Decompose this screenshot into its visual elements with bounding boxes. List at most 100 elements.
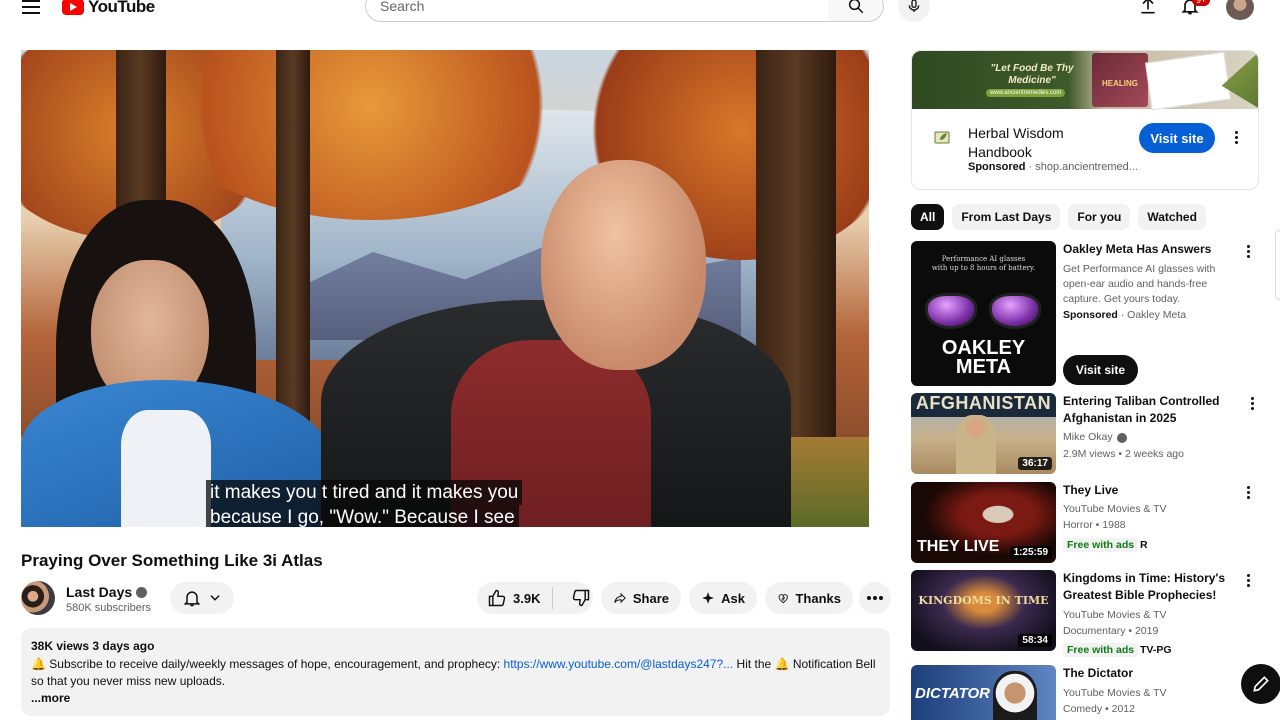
ad-sponsored-line: Sponsored · shop.ancientremed... [968, 161, 1138, 173]
recommendation-thumbnail[interactable]: DICTATOR [911, 665, 1056, 720]
ad-more-options-icon[interactable] [1233, 131, 1239, 144]
sponsored-ad-card[interactable]: "Let Food Be Thy Medicine" www.ancientre… [911, 50, 1259, 190]
video-frame-person-left-shirt [121, 410, 211, 527]
video-title: Praying Over Something Like 3i Atlas [21, 551, 323, 570]
thumbnail-glasses-lens [925, 293, 977, 329]
like-button[interactable]: 3.9K [477, 587, 554, 609]
thumbnail-brand: OAKLEY META [911, 338, 1056, 378]
free-with-ads-badge: Free with ads [1063, 643, 1139, 657]
chip-all[interactable]: All [911, 204, 945, 230]
thumbnail-caption-line: Performance AI glasses [941, 255, 1026, 263]
search-button[interactable] [828, 0, 884, 22]
ad-domain: · shop.ancientremed... [1028, 161, 1138, 173]
search-input[interactable]: Search [365, 0, 829, 22]
thanks-button[interactable]: Thanks [765, 582, 853, 614]
channel-name[interactable]: YouTube Movies & TV [1063, 502, 1167, 517]
recommendation-title[interactable]: Kingdoms in Time: History's Greatest Bib… [1063, 570, 1233, 604]
ad-banner-image[interactable]: "Let Food Be Thy Medicine" www.ancientre… [912, 51, 1258, 111]
video-duration: 1:25:59 [1009, 546, 1052, 559]
thumbnail-person [993, 671, 1037, 720]
channel-name[interactable]: Last Days [66, 584, 132, 600]
thumbs-up-icon [488, 589, 506, 607]
upload-icon[interactable] [1138, 0, 1158, 16]
recommendation-item[interactable]: AFGHANISTAN 36:17 Entering Taliban Contr… [911, 393, 1259, 474]
ad-visit-site-button[interactable]: Visit site [1139, 123, 1215, 153]
channel-name[interactable]: YouTube Movies & TV [1063, 686, 1167, 701]
recommendation-title[interactable]: Entering Taliban Controlled Afghanistan … [1063, 393, 1233, 427]
hamburger-menu-icon[interactable] [22, 0, 40, 14]
youtube-logo[interactable]: YouTube [62, 0, 155, 17]
sidebar-scroll-indicator[interactable] [1275, 230, 1280, 300]
ad-title[interactable]: Herbal Wisdom Handbook [968, 124, 1128, 162]
dislike-button[interactable] [559, 588, 603, 608]
content-rating: TV-PG [1140, 644, 1172, 656]
channel-name: Mike Okay [1063, 431, 1113, 443]
thumbnail-banner: AFGHANISTAN [911, 393, 1056, 417]
sponsored-label: Sponsored [1063, 309, 1118, 321]
advertiser-name: · Oakley Meta [1120, 309, 1187, 321]
account-avatar[interactable] [1226, 0, 1254, 20]
recommendation-thumbnail[interactable]: KINGDOMS IN TIME 58:34 [911, 570, 1056, 651]
subscription-notifications-button[interactable] [170, 582, 234, 614]
recommendation-item[interactable]: KINGDOMS IN TIME 58:34 Kingdoms in Time:… [911, 570, 1259, 657]
chevron-down-icon [210, 595, 220, 601]
ad-banner-book-title: HEALING [1102, 79, 1138, 88]
share-button[interactable]: Share [601, 582, 681, 614]
ad-banner-chart [1145, 51, 1231, 111]
ad-banner-url: www.ancientremedies.com [986, 89, 1066, 97]
description-link[interactable]: https://www.youtube.com/@lastdays247?... [504, 657, 734, 671]
more-options-icon[interactable] [1245, 574, 1251, 587]
recommendation-item[interactable]: DICTATOR The Dictator YouTube Movies & T… [911, 665, 1259, 720]
recommendation-title[interactable]: They Live [1063, 482, 1233, 499]
more-horizontal-icon [867, 596, 883, 600]
verified-icon [136, 586, 148, 598]
recommendation-thumbnail[interactable]: Performance AI glasses with up to 8 hours… [911, 241, 1056, 386]
chip-from-channel[interactable]: From Last Days [952, 204, 1061, 230]
description-text: 🔔 Subscribe to receive daily/weekly mess… [31, 656, 880, 690]
more-options-icon[interactable] [1249, 397, 1255, 410]
video-description[interactable]: 38K views 3 days ago 🔔 Subscribe to rece… [21, 628, 890, 716]
more-actions-button[interactable] [859, 582, 891, 614]
super-thanks-icon [778, 594, 788, 604]
like-dislike-group: 3.9K [477, 582, 593, 614]
thumbnail-title: KINGDOMS IN TIME [918, 594, 1049, 607]
thumbnail-brand-line: META [955, 356, 1012, 378]
video-player[interactable]: it makes you t tired and it makes you be… [21, 50, 869, 527]
edit-floating-button[interactable] [1241, 664, 1280, 704]
thumbs-down-icon [573, 589, 590, 607]
more-options-icon[interactable] [1245, 245, 1251, 258]
more-options-icon[interactable] [1245, 486, 1251, 499]
channel-name[interactable]: YouTube Movies & TV [1063, 608, 1167, 623]
free-with-ads-badge: Free with ads [1063, 538, 1139, 552]
recommendation-meta: Documentary • 2019 [1063, 625, 1159, 637]
sparkle-icon [702, 592, 714, 604]
channel-name-row[interactable]: Last Days [66, 584, 148, 600]
recommendation-thumbnail[interactable]: THEY LIVE 1:25:59 [911, 482, 1056, 563]
notification-count-badge: 9+ [1192, 0, 1211, 6]
recommendation-title[interactable]: Oakley Meta Has Answers [1063, 241, 1233, 258]
chip-for-you[interactable]: For you [1068, 204, 1131, 230]
recommendation-meta: Horror • 1988 [1063, 519, 1126, 531]
bell-icon [183, 591, 201, 607]
ask-button[interactable]: Ask [689, 582, 757, 614]
ad-sponsored-line: Sponsored · Oakley Meta [1063, 308, 1186, 323]
microphone-icon [908, 0, 920, 12]
channel-avatar[interactable] [21, 581, 55, 615]
thumbnail-person [956, 415, 996, 474]
recommendation-channel[interactable]: Mike Okay [1063, 430, 1127, 445]
voice-search-button[interactable] [898, 0, 930, 22]
content-rating: R [1140, 539, 1148, 551]
sponsored-recommendation[interactable]: Performance AI glasses with up to 8 hours… [911, 241, 1259, 386]
recommendation-thumbnail[interactable]: AFGHANISTAN 36:17 [911, 393, 1056, 474]
recommendation-item[interactable]: THEY LIVE 1:25:59 They Live YouTube Movi… [911, 482, 1259, 563]
description-text-start: 🔔 Subscribe to receive daily/weekly mess… [31, 657, 504, 671]
video-duration: 36:17 [1018, 457, 1052, 470]
recommendation-title[interactable]: The Dictator [1063, 665, 1233, 682]
chip-watched[interactable]: Watched [1138, 204, 1206, 230]
top-bar: YouTube Search 9+ [0, 0, 1280, 22]
thumbnail-caption-line: with up to 8 hours of battery. [931, 264, 1036, 272]
logo-text: YouTube [88, 0, 155, 16]
youtube-play-icon [62, 0, 84, 15]
show-more-link[interactable]: ...more [31, 690, 880, 707]
visit-site-button[interactable]: Visit site [1063, 355, 1138, 385]
